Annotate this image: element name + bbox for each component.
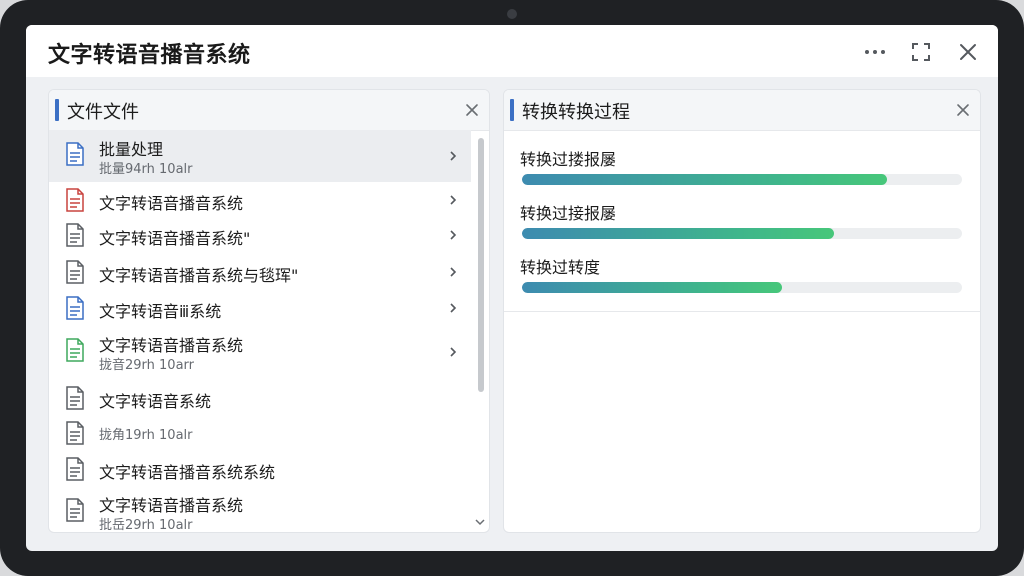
file-list-item[interactable]: 批量处理批量94rh 10alr: [49, 130, 471, 182]
progress-bar-fill: [522, 228, 835, 239]
file-meta: 拢音29rh 10arr: [99, 358, 194, 373]
file-list-item[interactable]: 文字转语音播音系统: [49, 182, 471, 217]
file-list-item[interactable]: 文字转语音播音系统系统: [49, 451, 471, 486]
close-window-button[interactable]: [953, 37, 983, 67]
progress-label: 转换过转度: [520, 258, 601, 277]
file-list-item[interactable]: 文字转语音系统: [49, 382, 471, 414]
file-list-item[interactable]: 拢角19rh 10alr: [49, 414, 471, 451]
chevron-right-icon: [450, 303, 457, 313]
file-panel-close-button[interactable]: [461, 99, 483, 121]
file-meta: 批岳29rh 10alr: [99, 518, 193, 533]
file-meta: 拢角19rh 10alr: [99, 428, 193, 443]
resize-button[interactable]: [906, 37, 936, 67]
file-document-icon: [66, 338, 84, 362]
file-document-icon: [66, 259, 84, 284]
more-horizontal-icon: [865, 50, 885, 54]
file-meta: 批量94rh 10alr: [99, 162, 193, 177]
close-icon: [957, 104, 969, 116]
device-bezel: 文字转语音播音系统 文件文件 批量处理 批量94rh 10alr 文字转语音播音…: [0, 0, 1024, 576]
scroll-down-button[interactable]: [473, 514, 487, 528]
close-icon: [466, 104, 478, 116]
file-document-icon: [66, 498, 84, 522]
chevron-right-icon: [450, 151, 457, 161]
file-name: 文字转语音播音系统: [99, 193, 244, 213]
file-document-icon: [66, 456, 84, 481]
file-panel-title: 文件文件: [67, 102, 139, 123]
progress-bar: [522, 174, 962, 185]
panel-accent-bar: [510, 99, 514, 121]
file-document-icon: [66, 386, 84, 410]
file-name: 文字转语音播音系统: [99, 336, 244, 355]
chevron-right-icon: [450, 194, 457, 205]
progress-bar-fill: [522, 282, 782, 293]
app-window: 文字转语音播音系统 文件文件 批量处理 批量94rh 10alr 文字转语音播音…: [26, 25, 998, 551]
file-document-icon: [66, 142, 84, 166]
progress-panel-header: 转换转换过程: [504, 90, 980, 131]
panel-accent-bar: [55, 99, 59, 121]
file-name: 批量处理: [99, 140, 164, 159]
file-panel-header: 文件文件: [49, 90, 489, 131]
camera-dot: [507, 9, 517, 19]
file-name: 文字转语音播音系统系统: [99, 462, 276, 482]
file-list-item[interactable]: 文字转语音播音系统": [49, 217, 471, 253]
file-document-icon: [66, 420, 84, 445]
title-bar: 文字转语音播音系统: [26, 25, 998, 77]
close-icon: [960, 44, 976, 60]
app-title: 文字转语音播音系统: [48, 43, 251, 68]
chevron-right-icon: [450, 347, 457, 357]
scrollbar-thumb[interactable]: [478, 138, 484, 392]
progress-divider: [504, 311, 980, 312]
progress-bar: [522, 228, 962, 239]
progress-item: 转换过转度: [520, 254, 962, 296]
progress-label: 转换过搂报屡: [520, 150, 617, 169]
chevron-down-icon: [475, 519, 485, 526]
file-list-item[interactable]: 文字转语音播音系统拢音29rh 10arr: [49, 326, 471, 382]
progress-bar-fill: [522, 174, 888, 185]
file-list: 批量处理批量94rh 10alr 文字转语音播音系统 文字转语音播音系统" 文字转语音…: [49, 130, 471, 532]
progress-panel-title: 转换转换过程: [522, 102, 630, 123]
file-name: 文字转语音播音系统与毯珲": [99, 265, 299, 285]
more-button[interactable]: [860, 37, 890, 67]
chevron-right-icon: [450, 230, 457, 240]
file-name: 文字转语音播音系统: [99, 496, 244, 515]
file-list-item[interactable]: 文字转语音播音系统批岳29rh 10alr: [49, 486, 471, 532]
chevron-right-icon: [450, 266, 457, 277]
file-document-icon: [66, 187, 84, 212]
file-name: 文字转语音ⅲ系统: [99, 302, 222, 321]
progress-label: 转换过接报屡: [520, 204, 617, 223]
progress-panel-close-button[interactable]: [952, 99, 974, 121]
file-panel: 文件文件 批量处理批量94rh 10alr 文字转语音播音系统 文字转语音播音系统"…: [48, 89, 490, 533]
file-document-icon: [66, 296, 84, 320]
file-name: 文字转语音系统: [99, 392, 212, 411]
progress-item: 转换过接报屡: [520, 200, 962, 242]
file-list-item[interactable]: 文字转语音ⅲ系统: [49, 290, 471, 326]
resize-icon: [912, 43, 930, 61]
progress-panel: 转换转换过程 转换过搂报屡 转换过接报屡 转换过转度: [503, 89, 981, 533]
file-name: 文字转语音播音系统": [99, 229, 251, 248]
file-list-item[interactable]: 文字转语音播音系统与毯珲": [49, 253, 471, 290]
progress-item: 转换过搂报屡: [520, 146, 962, 188]
file-document-icon: [66, 223, 84, 247]
progress-bar: [522, 282, 962, 293]
